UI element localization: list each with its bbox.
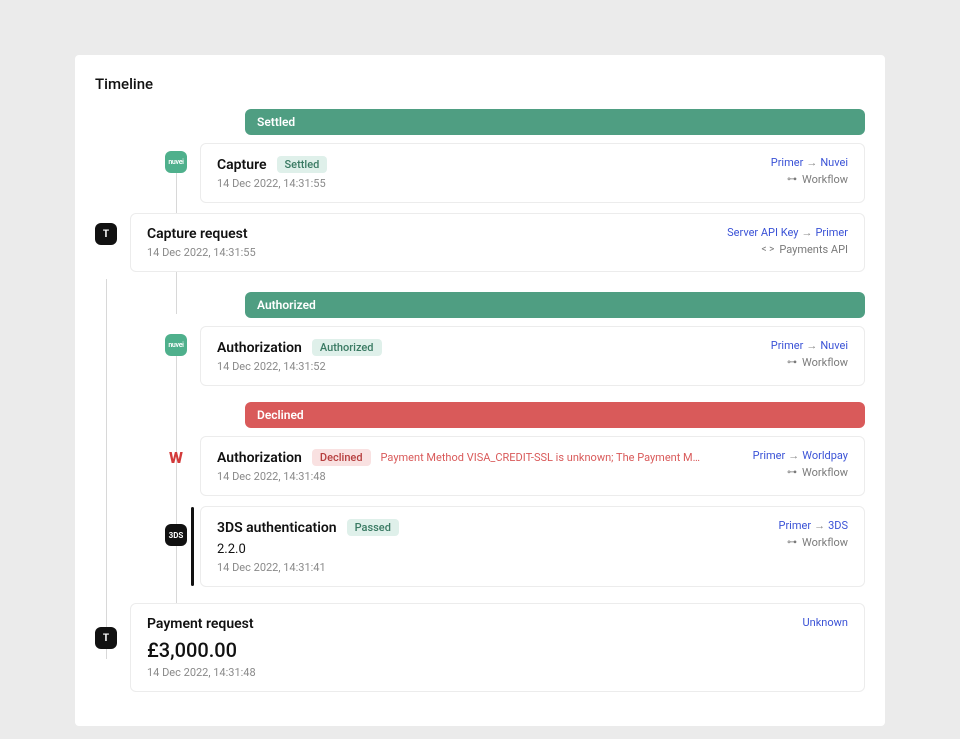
- page-title: Timeline: [95, 75, 865, 93]
- status-badge: Settled: [277, 156, 328, 173]
- worldpay-icon: W: [165, 446, 187, 468]
- unknown-label: Unknown: [803, 616, 848, 629]
- route-label: Primer→3DS: [779, 519, 849, 532]
- status-bar-settled: Settled: [245, 109, 865, 135]
- event-title: Payment request: [147, 616, 254, 632]
- terminal-icon: T: [95, 223, 117, 245]
- workflow-icon: ⊶: [787, 538, 797, 548]
- arrow-icon: →: [806, 339, 817, 352]
- timestamp: 14 Dec 2022, 14:31:41: [217, 561, 326, 574]
- event-title: Authorization: [217, 340, 302, 356]
- via-label: < > Payments API: [762, 243, 848, 256]
- status-badge: Authorized: [312, 339, 382, 356]
- via-label: ⊶ Workflow: [787, 173, 848, 186]
- three-ds-icon: 3DS: [165, 524, 187, 546]
- workflow-icon: ⊶: [787, 358, 797, 368]
- event-authorization-ok[interactable]: Authorization Authorized 14 Dec 2022, 14…: [200, 326, 865, 386]
- arrow-icon: →: [788, 449, 799, 462]
- route-label: Primer→Nuvei: [771, 156, 848, 169]
- route-label: Primer→Worldpay: [753, 449, 848, 462]
- event-payment-request[interactable]: Payment request £3,000.00 14 Dec 2022, 1…: [130, 603, 865, 692]
- status-badge: Declined: [312, 449, 371, 466]
- event-title: Capture: [217, 157, 267, 173]
- status-bar-authorized: Authorized: [245, 292, 865, 318]
- workflow-icon: ⊶: [787, 468, 797, 478]
- via-label: ⊶ Workflow: [787, 356, 848, 369]
- event-capture[interactable]: Capture Settled 14 Dec 2022, 14:31:55 Pr…: [200, 143, 865, 203]
- timeline: Settled nuvei Capture Settled 14 Dec 202…: [95, 109, 865, 692]
- error-message: Payment Method VISA_CREDIT-SSL is unknow…: [381, 451, 701, 464]
- via-label: ⊶ Workflow: [787, 536, 848, 549]
- arrow-icon: →: [801, 226, 812, 239]
- event-title: Authorization: [217, 450, 302, 466]
- timestamp: 14 Dec 2022, 14:31:48: [147, 666, 256, 679]
- route-label: Primer→Nuvei: [771, 339, 848, 352]
- amount: £3,000.00: [147, 638, 237, 662]
- timeline-panel: Timeline Settled nuvei Capture Settled: [75, 55, 885, 726]
- timestamp: 14 Dec 2022, 14:31:52: [217, 360, 326, 373]
- nuvei-icon: nuvei: [165, 334, 187, 356]
- timestamp: 14 Dec 2022, 14:31:48: [217, 470, 326, 483]
- workflow-icon: ⊶: [787, 175, 797, 185]
- event-capture-request[interactable]: Capture request 14 Dec 2022, 14:31:55 Se…: [130, 213, 865, 272]
- event-3ds-authentication[interactable]: 3DS authentication Passed 2.2.0 14 Dec 2…: [200, 506, 865, 587]
- status-bar-declined: Declined: [245, 402, 865, 428]
- status-badge: Passed: [347, 519, 399, 536]
- arrow-icon: →: [814, 519, 825, 532]
- terminal-icon: T: [95, 627, 117, 649]
- three-ds-version: 2.2.0: [217, 542, 246, 557]
- arrow-icon: →: [806, 156, 817, 169]
- event-title: Capture request: [147, 226, 248, 242]
- event-authorization-declined[interactable]: Authorization Declined Payment Method VI…: [200, 436, 865, 496]
- timestamp: 14 Dec 2022, 14:31:55: [217, 177, 326, 190]
- timestamp: 14 Dec 2022, 14:31:55: [147, 246, 256, 259]
- via-label: ⊶ Workflow: [787, 466, 848, 479]
- nuvei-icon: nuvei: [165, 151, 187, 173]
- event-title: 3DS authentication: [217, 520, 337, 536]
- code-icon: < >: [762, 245, 775, 255]
- route-label: Server API Key→Primer: [727, 226, 848, 239]
